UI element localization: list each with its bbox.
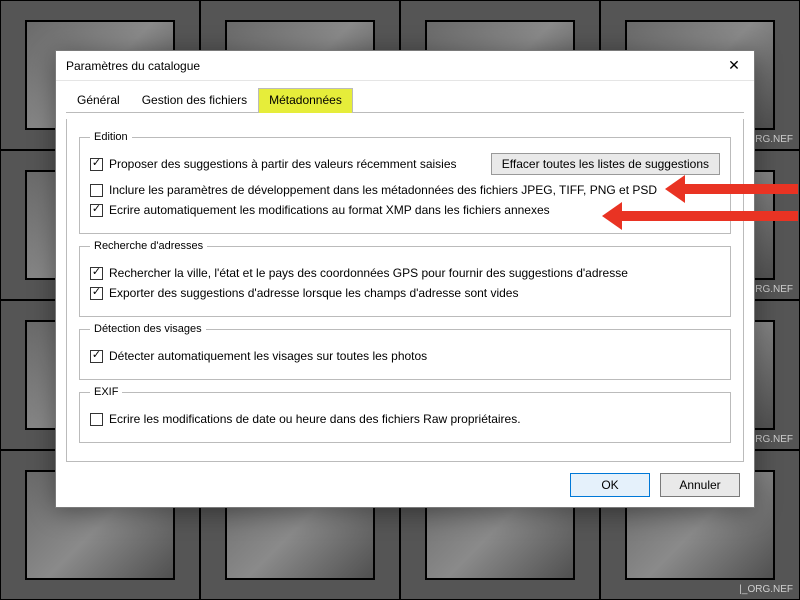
tabstrip: Général Gestion des fichiers Métadonnées: [66, 87, 744, 113]
cancel-button[interactable]: Annuler: [660, 473, 740, 497]
section-address-lookup: Recherche d'adresses Rechercher la ville…: [79, 240, 731, 317]
section-exif: EXIF Ecrire les modifications de date ou…: [79, 386, 731, 443]
checkbox-gps-lookup[interactable]: [90, 267, 103, 280]
thumbnail-label: |_ORG.NEF: [739, 584, 793, 595]
tab-general[interactable]: Général: [66, 88, 131, 113]
tab-panel-metadata: Edition Proposer des suggestions à parti…: [66, 119, 744, 462]
label-auto-xmp: Ecrire automatiquement les modifications…: [109, 203, 550, 217]
section-legend: EXIF: [90, 386, 122, 398]
checkbox-export-address[interactable]: [90, 287, 103, 300]
checkbox-exif-date[interactable]: [90, 413, 103, 426]
section-legend: Edition: [90, 131, 132, 143]
dialog-titlebar: Paramètres du catalogue ✕: [56, 51, 754, 81]
clear-suggestions-button[interactable]: Effacer toutes les listes de suggestions: [491, 153, 720, 175]
label-suggestions: Proposer des suggestions à partir des va…: [109, 157, 457, 171]
checkbox-face-detect[interactable]: [90, 350, 103, 363]
section-legend: Recherche d'adresses: [90, 240, 207, 252]
tab-metadata[interactable]: Métadonnées: [258, 88, 353, 113]
checkbox-auto-xmp[interactable]: [90, 204, 103, 217]
tab-file-management[interactable]: Gestion des fichiers: [131, 88, 258, 113]
section-face-detection: Détection des visages Détecter automatiq…: [79, 323, 731, 380]
checkbox-suggestions[interactable]: [90, 158, 103, 171]
close-button[interactable]: ✕: [724, 56, 744, 76]
label-include-dev-settings: Inclure les paramètres de développement …: [109, 183, 657, 197]
section-edition: Edition Proposer des suggestions à parti…: [79, 131, 731, 234]
section-legend: Détection des visages: [90, 323, 206, 335]
label-export-address: Exporter des suggestions d'adresse lorsq…: [109, 286, 518, 300]
ok-button[interactable]: OK: [570, 473, 650, 497]
dialog-footer: OK Annuler: [56, 462, 754, 507]
dialog-title: Paramètres du catalogue: [66, 59, 200, 73]
label-exif-date: Ecrire les modifications de date ou heur…: [109, 412, 521, 426]
label-gps-lookup: Rechercher la ville, l'état et le pays d…: [109, 266, 628, 280]
catalog-settings-dialog: Paramètres du catalogue ✕ Général Gestio…: [55, 50, 755, 508]
label-face-detect: Détecter automatiquement les visages sur…: [109, 349, 427, 363]
checkbox-include-dev-settings[interactable]: [90, 184, 103, 197]
